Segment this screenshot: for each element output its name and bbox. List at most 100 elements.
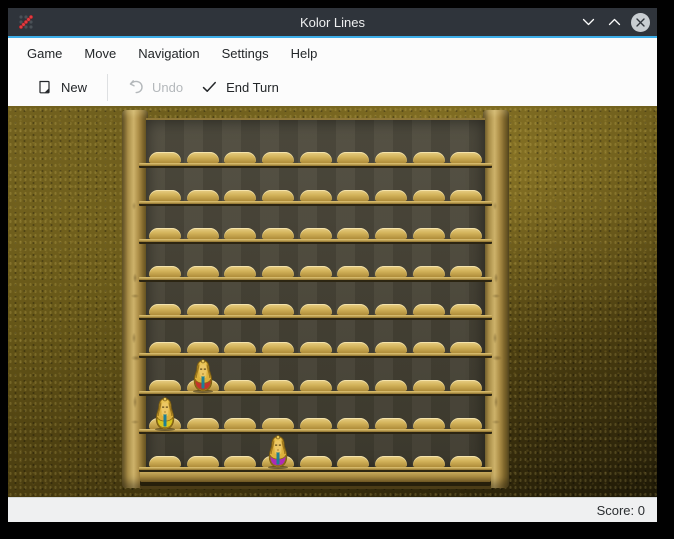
statusbar: Score: 0 (8, 497, 657, 522)
checkmark-icon (201, 79, 218, 95)
cell-pedestal (187, 418, 219, 429)
pharaoh-piece-yellow[interactable] (151, 397, 178, 431)
cell-pedestal (375, 266, 407, 277)
board-row (146, 130, 485, 168)
cell-pedestal (375, 304, 407, 315)
menu-navigation[interactable]: Navigation (127, 41, 210, 66)
cell-pedestal (375, 190, 407, 201)
board-row (146, 358, 485, 396)
cell-pedestal (224, 380, 256, 391)
cell-pedestal (300, 342, 332, 353)
cell-pedestal (337, 266, 369, 277)
cell-pedestal (413, 228, 445, 239)
game-area (8, 106, 657, 497)
cell-pedestal (337, 304, 369, 315)
board-cell[interactable] (184, 358, 222, 396)
cell-pedestal (337, 152, 369, 163)
end-turn-button[interactable]: End Turn (192, 73, 288, 101)
app-window: Kolor Lines Game Move Navigation Setting… (8, 8, 657, 522)
undo-button[interactable]: Undo (119, 73, 192, 101)
cell-pedestal (262, 228, 294, 239)
cell-pedestal (337, 418, 369, 429)
cell-pedestal (375, 342, 407, 353)
undo-icon (128, 79, 144, 95)
shelf-bar (139, 353, 492, 358)
cell-pedestal (149, 152, 181, 163)
pharaoh-piece-purple[interactable] (264, 435, 291, 469)
titlebar[interactable]: Kolor Lines (8, 8, 657, 36)
shelf-bar (139, 315, 492, 320)
cell-pedestal (413, 190, 445, 201)
cell-pedestal (413, 456, 445, 467)
board-row (146, 396, 485, 434)
cell-pedestal (149, 304, 181, 315)
cell-pedestal (413, 152, 445, 163)
pharaoh-piece-red[interactable] (189, 359, 216, 393)
board-row (146, 244, 485, 282)
cell-pedestal (450, 152, 482, 163)
board-row (146, 168, 485, 206)
board-row (146, 434, 485, 472)
cell-pedestal (450, 190, 482, 201)
cell-pedestal (187, 228, 219, 239)
cell-pedestal (149, 190, 181, 201)
board-row (146, 206, 485, 244)
close-button[interactable] (631, 13, 650, 32)
cell-pedestal (337, 342, 369, 353)
shelf-bar (139, 163, 492, 168)
cell-pedestal (300, 456, 332, 467)
cell-pedestal (149, 342, 181, 353)
shelf-bar (139, 429, 492, 434)
cell-pedestal (300, 152, 332, 163)
cell-pedestal (187, 190, 219, 201)
toolbar-separator (107, 74, 108, 101)
cell-pedestal (300, 304, 332, 315)
board-cell[interactable] (146, 396, 184, 434)
cell-pedestal (187, 342, 219, 353)
cell-pedestal (413, 418, 445, 429)
cell-pedestal (337, 456, 369, 467)
cell-pedestal (149, 380, 181, 391)
new-document-icon (37, 79, 53, 95)
toolbar: New Undo End Turn (8, 68, 657, 106)
board-grid (146, 118, 485, 470)
cell-pedestal (262, 266, 294, 277)
cell-pedestal (450, 304, 482, 315)
menu-move[interactable]: Move (73, 41, 127, 66)
new-game-button[interactable]: New (28, 73, 96, 101)
cell-pedestal (224, 342, 256, 353)
shelf-bar (139, 201, 492, 206)
cell-pedestal (224, 456, 256, 467)
cell-pedestal (375, 228, 407, 239)
cell-pedestal (224, 152, 256, 163)
menu-game[interactable]: Game (16, 41, 73, 66)
cell-pedestal (450, 418, 482, 429)
cell-pedestal (262, 190, 294, 201)
cell-pedestal (262, 380, 294, 391)
cell-pedestal (224, 190, 256, 201)
board-row (146, 320, 485, 358)
board-cell[interactable] (259, 434, 297, 472)
window-title: Kolor Lines (8, 15, 657, 30)
cell-pedestal (375, 418, 407, 429)
cell-pedestal (262, 304, 294, 315)
board-row (146, 282, 485, 320)
cell-pedestal (187, 266, 219, 277)
cell-pedestal (337, 380, 369, 391)
cell-pedestal (375, 380, 407, 391)
shelf-bar (139, 277, 492, 282)
cell-pedestal (300, 266, 332, 277)
cell-pedestal (262, 418, 294, 429)
shelf-bar (139, 239, 492, 244)
menu-settings[interactable]: Settings (211, 41, 280, 66)
cell-pedestal (450, 228, 482, 239)
cell-pedestal (300, 418, 332, 429)
cell-pedestal (450, 456, 482, 467)
cell-pedestal (187, 456, 219, 467)
minimize-button[interactable] (579, 13, 598, 32)
cell-pedestal (300, 190, 332, 201)
cell-pedestal (413, 342, 445, 353)
cell-pedestal (450, 342, 482, 353)
maximize-button[interactable] (605, 13, 624, 32)
menu-help[interactable]: Help (280, 41, 329, 66)
